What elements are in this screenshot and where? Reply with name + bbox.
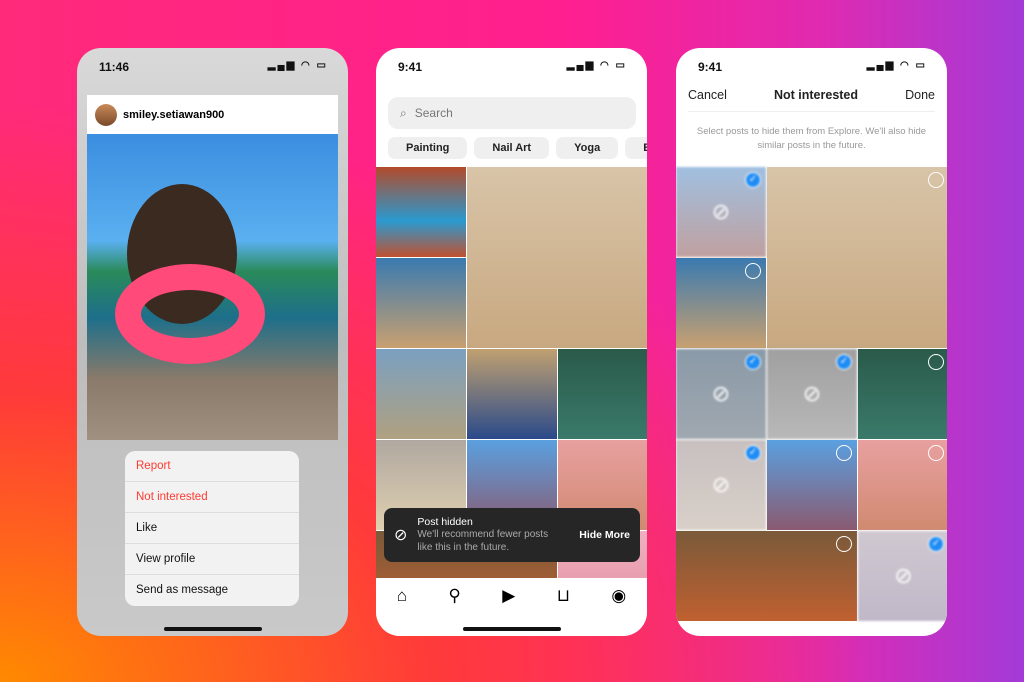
status-icons: ▂▄▆ ◠ ▭ [566,60,627,71]
search-icon: ⌕ [400,105,407,120]
grid-tile[interactable] [558,349,647,439]
grid-tile[interactable] [376,167,466,257]
chip[interactable]: Base [625,137,647,159]
page-title: Not interested [773,88,859,102]
post-preview: smiley.setiawan900 [87,95,338,440]
checkmark-icon[interactable]: ✓ [928,536,944,552]
topic-chips: Painting Nail Art Yoga Base [388,137,647,159]
search-placeholder: Search [414,106,453,120]
post-hidden-toast: ⊘ Post hidden We'll recommend fewer posts… [384,508,640,562]
cancel-button[interactable]: Cancel [688,88,727,111]
hidden-eye-icon: ⊘ [711,381,731,406]
grid-tile[interactable]: ⊘ ✓ [676,440,766,530]
grid-tile[interactable] [376,258,466,348]
select-circle[interactable] [928,172,944,188]
grid-tile[interactable] [767,167,947,348]
toast-message: We'll recommend fewer posts like this in… [417,529,549,553]
select-circle[interactable] [745,263,761,279]
status-bar: 9:41 ▂▄▆ ◠ ▭ [698,60,927,74]
menu-item-not-interested[interactable]: Not interested [125,482,299,513]
clock: 11:46 [99,60,130,74]
select-circle[interactable] [836,536,852,552]
select-circle[interactable] [836,445,852,461]
checkmark-icon[interactable]: ✓ [745,354,761,370]
done-button[interactable]: Done [905,88,935,111]
hidden-eye-icon: ⊘ [394,527,408,544]
status-bar: 9:41 ▂▄▆ ◠ ▭ [398,60,627,74]
grid-tile[interactable] [467,167,647,348]
grid-tile[interactable]: ⊘ ✓ [767,349,857,439]
grid-tile[interactable] [376,349,466,439]
menu-item-send-as-message[interactable]: Send as message [125,575,299,606]
home-indicator [463,627,561,631]
selection-grid: ⊘ ✓ ⊘ ✓ ⊘ ✓ ⊘ ✓ ⊘ ✓ [676,167,947,621]
menu-item-report[interactable]: Report [125,451,299,482]
checkmark-icon[interactable]: ✓ [836,354,852,370]
status-icons: ▂▄▆ ◠ ▭ [866,60,927,71]
context-menu: Report Not interested Like View profile Send… [125,451,299,606]
select-circle[interactable] [928,354,944,370]
hide-more-button[interactable]: Hide More [579,529,630,541]
checkmark-icon[interactable]: ✓ [745,445,761,461]
grid-tile[interactable] [676,258,766,348]
menu-item-view-profile[interactable]: View profile [125,544,299,575]
chip[interactable]: Yoga [556,137,619,159]
select-circle[interactable] [928,445,944,461]
clock: 9:41 [398,60,423,74]
menu-item-like[interactable]: Like [125,513,299,544]
chip[interactable]: Painting [388,137,468,159]
instructions: Select posts to hide them from Explore. … [696,126,927,151]
hidden-eye-icon: ⊘ [711,472,731,497]
left-phone: 11:46 ▂▄▆ ◠ ▭ smiley.setiawan900 Report No… [77,48,348,636]
home-indicator [164,627,262,631]
clock: 9:41 [698,60,723,74]
grid-tile[interactable] [467,349,557,439]
avatar[interactable] [95,103,117,126]
grid-tile[interactable] [676,531,857,621]
header: Cancel Not interested Done [688,88,935,112]
grid-tile[interactable] [767,440,857,530]
post-image [87,134,338,440]
search-input[interactable]: ⌕ Search [388,97,636,129]
status-bar: 11:46 ▂▄▆ ◠ ▭ [99,60,328,74]
home-icon[interactable]: ⌂ [397,586,407,636]
hidden-eye-icon: ⊘ [711,199,731,224]
username[interactable]: smiley.setiawan900 [123,109,224,121]
status-icons: ▂▄▆ ◠ ▭ [267,60,328,71]
middle-phone: 9:41 ▂▄▆ ◠ ▭ ⌕ Search Painting Nail Art Yoga… [376,48,647,636]
toast-title: Post hidden [417,516,473,528]
right-phone: 9:41 ▂▄▆ ◠ ▭ Cancel Not interested Done S… [676,48,947,636]
hidden-eye-icon: ⊘ [894,563,913,588]
grid-tile[interactable]: ⊘ ✓ [676,167,766,257]
grid-tile[interactable] [858,440,947,530]
checkmark-icon[interactable]: ✓ [745,172,761,188]
profile-icon[interactable]: ◉ [611,586,626,636]
grid-tile[interactable]: ⊘ ✓ [676,349,766,439]
grid-tile[interactable] [858,349,947,439]
hidden-eye-icon: ⊘ [802,381,822,406]
grid-tile[interactable]: ⊘ ✓ [858,531,947,621]
search-icon[interactable]: ⚲ [448,586,460,636]
chip[interactable]: Nail Art [474,137,550,159]
